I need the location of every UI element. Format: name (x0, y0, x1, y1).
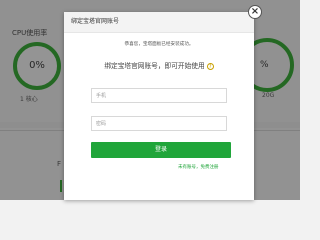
password-input[interactable] (91, 116, 227, 131)
close-button[interactable]: × (248, 5, 262, 19)
bind-account-subtitle: 绑定宝塔官网账号，即可开始使用? (64, 60, 254, 70)
modal-header: 绑定宝塔官网账号 (64, 12, 254, 33)
bind-account-modal: 绑定宝塔官网账号 恭喜您，宝塔面板已经安装成功。 绑定宝塔官网账号，即可开始使用… (64, 12, 254, 200)
subtitle-text: 绑定宝塔官网账号，即可开始使用 (104, 62, 205, 70)
close-icon: × (250, 6, 260, 17)
help-icon[interactable]: ? (206, 62, 214, 70)
register-link[interactable]: 未有账号，免费注册 (178, 164, 219, 170)
install-success-notice: 恭喜您，宝塔面板已经安装成功。 (124, 42, 194, 47)
phone-input[interactable] (91, 88, 227, 103)
login-button[interactable]: 登录 (91, 142, 231, 158)
